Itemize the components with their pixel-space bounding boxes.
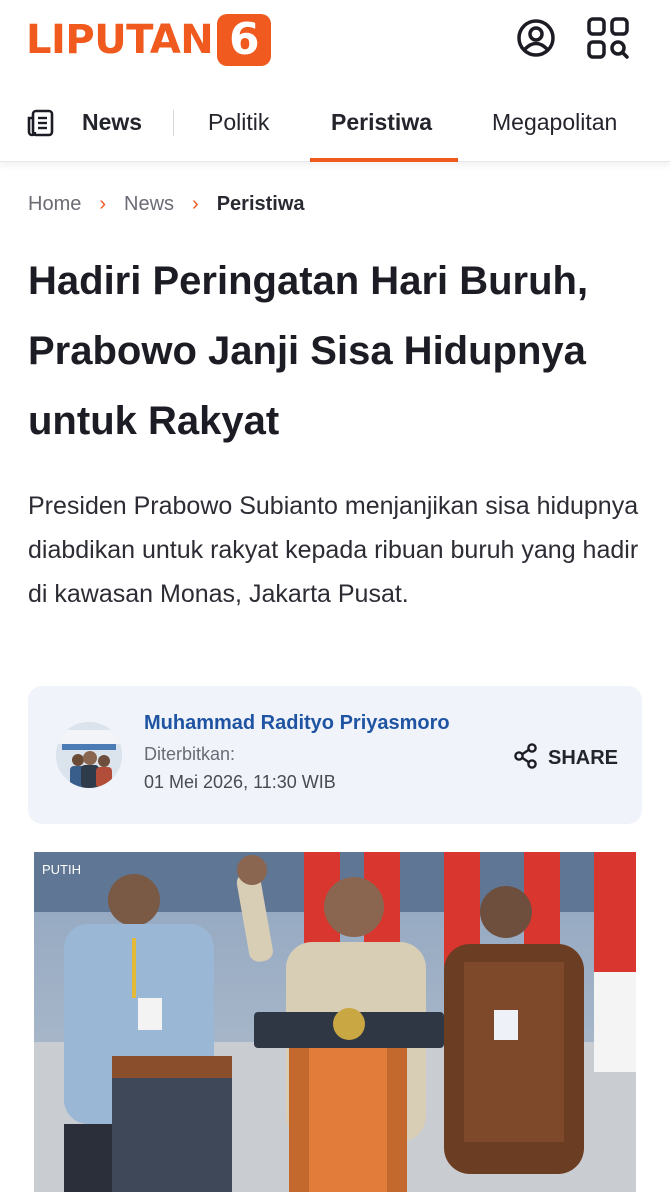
- author-card: Muhammad Radityo Priyasmoro Diterbitkan:…: [28, 686, 642, 824]
- user-circle-icon[interactable]: [514, 16, 558, 60]
- published-label: Diterbitkan:: [144, 744, 236, 764]
- breadcrumb-current: Peristiwa: [216, 192, 305, 215]
- article-title: Hadiri Peringatan Hari Buruh, Prabowo Ja…: [28, 259, 589, 443]
- nav-item-megapolitan[interactable]: Megapolitan: [492, 82, 617, 162]
- newspaper-icon[interactable]: [26, 108, 56, 138]
- active-tab-indicator: [310, 158, 458, 162]
- author-avatar[interactable]: [56, 722, 122, 788]
- breadcrumb-news[interactable]: News: [124, 193, 174, 216]
- photo-watermark: PUTIH: [42, 862, 81, 877]
- breadcrumb-home[interactable]: Home: [28, 193, 81, 216]
- liputan6-logo[interactable]: LIPUTAN 6: [26, 14, 272, 66]
- share-icon: [512, 742, 540, 775]
- share-label: SHARE: [548, 747, 619, 769]
- nav-divider: [173, 110, 174, 136]
- published-date: 01 Mei 2026, 11:30 WIB: [144, 772, 336, 792]
- nav-item-peristiwa[interactable]: Peristiwa: [331, 82, 432, 162]
- category-nav: News Politik Peristiwa Megapolitan: [0, 82, 670, 162]
- author-name[interactable]: Muhammad Radityo Priyasmoro: [144, 712, 450, 735]
- top-header: LIPUTAN 6: [0, 0, 670, 80]
- article-lede: Presiden Prabowo Subianto menjanjikan si…: [28, 492, 639, 608]
- chevron-right-icon: ›: [99, 192, 107, 215]
- chevron-right-icon: ›: [192, 192, 199, 215]
- article-hero-photo[interactable]: PUTIH: [34, 852, 636, 1192]
- grid-search-icon[interactable]: [586, 16, 630, 60]
- share-button[interactable]: SHARE: [512, 742, 618, 775]
- nav-item-politik[interactable]: Politik: [208, 82, 269, 162]
- nav-item-news[interactable]: News: [82, 82, 142, 162]
- logo-text: LIPUTAN: [26, 17, 214, 63]
- logo-badge: 6: [217, 14, 272, 66]
- breadcrumb: Home › News › Peristiwa: [28, 190, 305, 218]
